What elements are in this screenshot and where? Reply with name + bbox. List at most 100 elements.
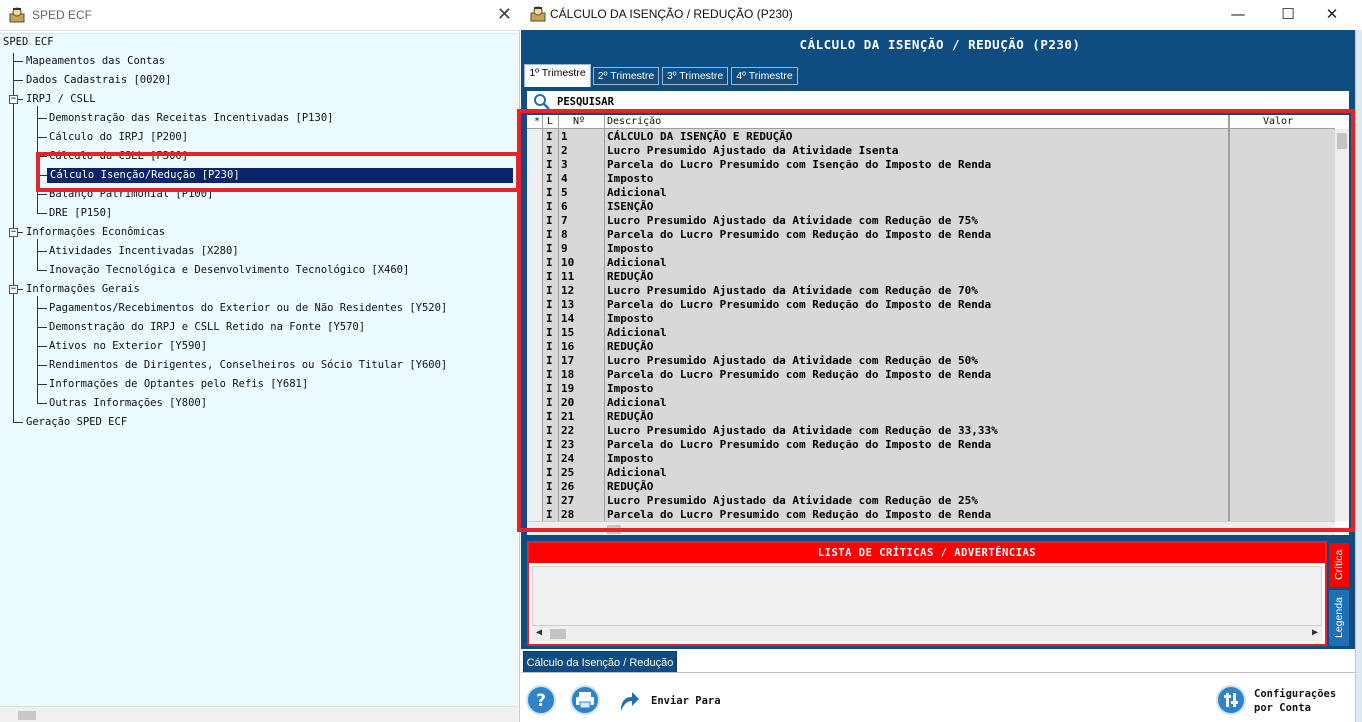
table-row[interactable]: I 26 REDUÇÃO xyxy=(527,480,1335,494)
tree-item-p230-selected[interactable]: Cálculo Isenção/Redução [P230] xyxy=(47,168,513,183)
cell-num: 24 xyxy=(561,452,575,465)
svg-text:?: ? xyxy=(536,691,546,711)
tab-legenda[interactable]: Legenda xyxy=(1329,590,1349,646)
column-divider xyxy=(604,115,605,521)
scroll-thumb[interactable] xyxy=(18,711,36,720)
scroll-thumb[interactable] xyxy=(1337,133,1347,149)
tree-item-geracao[interactable]: Geração SPED ECF xyxy=(26,415,127,430)
cell-descricao: Adicional xyxy=(607,326,667,339)
table-row[interactable]: I 1 CÁLCULO DA ISENÇÃO E REDUÇÃO xyxy=(527,130,1335,144)
tree-item-x280[interactable]: Atividades Incentivadas [X280] xyxy=(49,244,239,259)
cell-num: 26 xyxy=(561,480,575,493)
table-row[interactable]: I 20 Adicional xyxy=(527,396,1335,410)
tree-item-p300[interactable]: Cálculo da CSLL [P300] xyxy=(49,149,188,164)
table-row[interactable]: I 24 Imposto xyxy=(527,452,1335,466)
tree-item-y520[interactable]: Pagamentos/Recebimentos do Exterior ou d… xyxy=(49,301,447,316)
table-row[interactable]: I 9 Imposto xyxy=(527,242,1335,256)
table-row[interactable]: I 13 Parcela do Lucro Presumido com Reduçã… xyxy=(527,298,1335,312)
cell-descricao: Parcela do Lucro Presumido com Redução d… xyxy=(607,438,992,451)
tree-item-x460[interactable]: Inovação Tecnológica e Desenvolvimento T… xyxy=(49,263,409,278)
search-icon[interactable] xyxy=(533,93,551,111)
tree-line xyxy=(37,251,47,252)
table-row[interactable]: I 25 Adicional xyxy=(527,466,1335,480)
table-row[interactable]: I 15 Adicional xyxy=(527,326,1335,340)
config-button[interactable] xyxy=(1216,685,1246,715)
collapse-icon[interactable]: − xyxy=(9,228,18,237)
tree-item-informacoes-gerais[interactable]: Informações Gerais xyxy=(26,282,140,297)
left-titlebar: SPED ECF ✕ xyxy=(0,0,520,31)
tree-item-y570[interactable]: Demonstração do IRPJ e CSLL Retido na Fo… xyxy=(49,320,365,335)
table-row[interactable]: I 6 ISENÇÃO xyxy=(527,200,1335,214)
tree-item-y681[interactable]: Informações de Optantes pelo Refis [Y681… xyxy=(49,377,308,392)
table-row[interactable]: I 8 Parcela do Lucro Presumido com Redução… xyxy=(527,228,1335,242)
send-arrow-icon[interactable] xyxy=(617,687,641,713)
table-row[interactable]: I 12 Lucro Presumido Ajustado da Atividade… xyxy=(527,284,1335,298)
table-row[interactable]: I 23 Parcela do Lucro Presumido com Reduçã… xyxy=(527,438,1335,452)
config-label-line2[interactable]: por Conta xyxy=(1254,701,1311,715)
tree-root[interactable]: SPED ECF xyxy=(3,35,54,50)
cell-descricao: Lucro Presumido Ajustado da Atividade co… xyxy=(607,494,978,507)
table-row[interactable]: I 21 REDUÇÃO xyxy=(527,410,1335,424)
table-row[interactable]: I 4 Imposto xyxy=(527,172,1335,186)
table-row[interactable]: I 19 Imposto xyxy=(527,382,1335,396)
vertical-scrollbar[interactable] xyxy=(1335,129,1349,521)
minimize-icon[interactable]: — xyxy=(1218,3,1258,27)
table-row[interactable]: I 27 Lucro Presumido Ajustado da Atividade… xyxy=(527,494,1335,508)
tree-item-p200[interactable]: Cálculo do IRPJ [P200] xyxy=(49,130,188,145)
print-button[interactable] xyxy=(570,685,600,715)
cell-num: 22 xyxy=(561,424,575,437)
tree-line xyxy=(18,232,23,233)
maximize-icon[interactable]: ☐ xyxy=(1268,3,1308,27)
table-row[interactable]: I 28 Parcela do Lucro Presumido com Reduçã… xyxy=(527,508,1335,522)
horizontal-scrollbar[interactable] xyxy=(0,706,518,722)
config-label-line1[interactable]: Configurações xyxy=(1254,687,1336,701)
tree-item-y800[interactable]: Outras Informações [Y800] xyxy=(49,396,207,411)
search-label[interactable]: PESQUISAR xyxy=(557,96,614,108)
tab-calculo-isencao[interactable]: Cálculo da Isenção / Redução xyxy=(523,651,677,673)
help-button[interactable]: ? xyxy=(526,685,556,715)
tree-item-y590[interactable]: Ativos no Exterior [Y590] xyxy=(49,339,207,354)
collapse-icon[interactable]: − xyxy=(9,95,18,104)
search-bar[interactable]: PESQUISAR xyxy=(527,91,1349,113)
tree-item-mapeamentos[interactable]: Mapeamentos das Contas xyxy=(26,54,165,69)
tab-4-trimestre[interactable]: 4º Trimestre xyxy=(731,67,798,85)
close-icon[interactable]: ✕ xyxy=(1312,3,1352,27)
scroll-left-icon[interactable]: ◀ xyxy=(536,627,542,638)
table-row[interactable]: I 17 Lucro Presumido Ajustado da Atividade… xyxy=(527,354,1335,368)
col-header-star: * xyxy=(534,116,541,127)
tree-item-p100[interactable]: Balanço Patrimonial [P100] xyxy=(49,187,213,202)
table-row[interactable]: I 11 REDUÇÃO xyxy=(527,270,1335,284)
tab-1-trimestre[interactable]: 1º Trimestre xyxy=(524,64,591,87)
cell-num: 2 xyxy=(561,144,568,157)
table-row[interactable]: I 16 REDUÇÃO xyxy=(527,340,1335,354)
tab-3-trimestre[interactable]: 3º Trimestre xyxy=(662,67,728,85)
scroll-right-icon[interactable]: ▶ xyxy=(1312,627,1318,638)
tree-item-informacoes-economicas[interactable]: Informações Econômicas xyxy=(26,225,165,240)
tree-item-y600[interactable]: Rendimentos de Dirigentes, Conselheiros … xyxy=(49,358,447,373)
horizontal-scrollbar[interactable]: ◀ ▶ xyxy=(532,626,1322,642)
table-row[interactable]: I 14 Imposto xyxy=(527,312,1335,326)
tab-2-trimestre[interactable]: 2º Trimestre xyxy=(593,67,659,85)
tab-critica[interactable]: Crítica xyxy=(1329,543,1349,587)
tree-item-dados-cadastrais[interactable]: Dados Cadastrais [0020] xyxy=(26,73,171,88)
table-row[interactable]: I 2 Lucro Presumido Ajustado da Atividade … xyxy=(527,144,1335,158)
cell-num: 5 xyxy=(561,186,568,199)
table-row[interactable]: I 22 Lucro Presumido Ajustado da Atividade… xyxy=(527,424,1335,438)
table-row[interactable]: I 7 Lucro Presumido Ajustado da Atividade … xyxy=(527,214,1335,228)
collapse-icon[interactable]: − xyxy=(9,285,18,294)
close-icon[interactable]: ✕ xyxy=(497,4,512,25)
table-row[interactable]: I 3 Parcela do Lucro Presumido com Isenção… xyxy=(527,158,1335,172)
horizontal-scrollbar[interactable] xyxy=(527,521,1335,535)
cell-num: 20 xyxy=(561,396,575,409)
table-row[interactable]: I 10 Adicional xyxy=(527,256,1335,270)
table-row[interactable]: I 18 Parcela do Lucro Presumido com Reduçã… xyxy=(527,368,1335,382)
tree-item-irpj-csll[interactable]: IRPJ / CSLL xyxy=(26,92,96,107)
scroll-thumb[interactable] xyxy=(550,629,566,639)
cell-descricao: Imposto xyxy=(607,312,654,325)
tree-line xyxy=(37,296,38,404)
scroll-thumb[interactable] xyxy=(607,525,621,534)
send-to-button[interactable]: Enviar Para xyxy=(651,694,721,708)
table-row[interactable]: I 5 Adicional xyxy=(527,186,1335,200)
tree-item-p130[interactable]: Demonstração das Receitas Incentivadas [… xyxy=(49,111,333,126)
tree-item-p150[interactable]: DRE [P150] xyxy=(49,206,112,221)
